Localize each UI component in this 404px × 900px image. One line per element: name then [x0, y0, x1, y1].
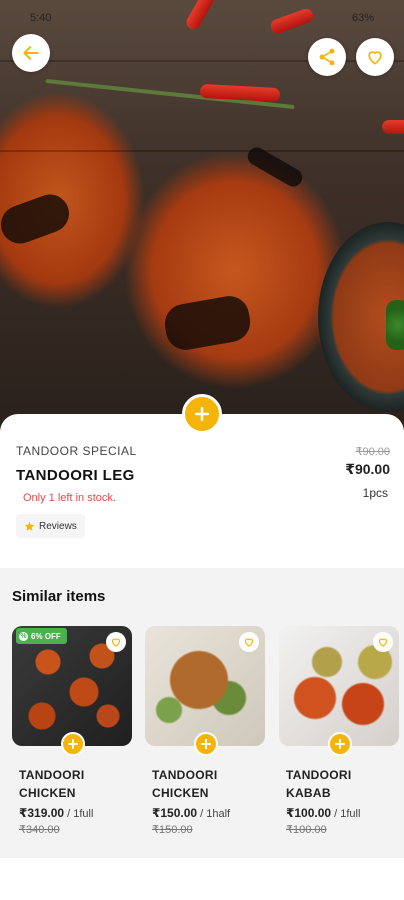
- add-button[interactable]: [194, 732, 218, 756]
- item-price: ₹150.00 / 1half: [152, 806, 230, 820]
- item-original-price: ₹340.00: [19, 824, 60, 836]
- share-button[interactable]: [308, 38, 346, 76]
- similar-item-card[interactable]: % 6% OFF TANDOORI CHICKEN ₹319.00 / 1full…: [12, 626, 132, 836]
- reviews-label: Reviews: [39, 520, 77, 532]
- badge-label: 6% OFF: [31, 631, 61, 641]
- arrow-left-icon: [23, 46, 39, 60]
- board-line: [0, 150, 404, 152]
- current-price: ₹90.00: [345, 461, 390, 477]
- item-price: ₹100.00 / 1full: [286, 806, 360, 820]
- price-value: ₹100.00: [286, 806, 332, 820]
- product-details: TANDOOR SPECIAL TANDOORI LEG Only 1 left…: [0, 414, 404, 568]
- item-image: [145, 626, 265, 746]
- item-image: [279, 626, 399, 746]
- price-unit: / 1full: [64, 808, 94, 820]
- item-name: TANDOORI CHICKEN: [19, 768, 85, 800]
- item-name: TANDOORI CHICKEN: [152, 768, 218, 800]
- product-name: TANDOORI LEG: [16, 467, 135, 484]
- price-unit: / 1full: [331, 808, 361, 820]
- plus-icon: [200, 738, 212, 750]
- share-icon: [319, 48, 335, 66]
- discount-badge: % 6% OFF: [16, 628, 67, 644]
- status-bar: 5:40 63%: [0, 0, 404, 34]
- plus-icon: [334, 738, 346, 750]
- status-time: 5:40: [30, 12, 52, 24]
- star-icon: [24, 521, 35, 531]
- stock-note: Only 1 left in stock.: [23, 492, 116, 504]
- plus-icon: [194, 406, 210, 422]
- reviews-button[interactable]: Reviews: [16, 514, 85, 538]
- back-button[interactable]: [12, 34, 50, 72]
- char-mark: [0, 189, 75, 249]
- favorite-button[interactable]: [239, 632, 259, 652]
- percent-icon: %: [19, 631, 28, 641]
- price-value: ₹150.00: [152, 806, 198, 820]
- favorite-button[interactable]: [373, 632, 393, 652]
- similar-item-card[interactable]: TANDOORI CHICKEN ₹150.00 / 1half ₹150.00: [145, 626, 265, 836]
- add-button[interactable]: [328, 732, 352, 756]
- add-to-cart-button[interactable]: [182, 394, 222, 434]
- heart-icon: [378, 638, 388, 647]
- original-price: ₹90.00: [355, 446, 390, 458]
- item-name: TANDOORI KABAB: [286, 768, 352, 800]
- herb-garnish: [386, 300, 404, 350]
- product-unit: 1pcs: [362, 486, 388, 500]
- favorite-button[interactable]: [106, 632, 126, 652]
- add-button[interactable]: [61, 732, 85, 756]
- item-original-price: ₹150.00: [152, 824, 193, 836]
- price-unit: / 1half: [197, 808, 231, 820]
- price-value: ₹319.00: [19, 806, 65, 820]
- section-title: Similar items: [12, 588, 106, 605]
- product-category: TANDOOR SPECIAL: [16, 444, 137, 458]
- plus-icon: [67, 738, 79, 750]
- favorite-button[interactable]: [356, 38, 394, 76]
- similar-items-section: Similar items % 6% OFF TANDOORI CHICKEN ₹…: [0, 568, 404, 858]
- chili-garnish: [382, 120, 404, 134]
- status-battery: 63%: [351, 12, 374, 24]
- char-mark: [161, 292, 254, 354]
- heart-icon: [368, 51, 382, 65]
- heart-icon: [111, 638, 121, 647]
- heart-icon: [244, 638, 254, 647]
- similar-item-card[interactable]: TANDOORI KABAB ₹100.00 / 1full ₹100.00: [279, 626, 399, 836]
- item-original-price: ₹100.00: [286, 824, 327, 836]
- item-image: % 6% OFF: [12, 626, 132, 746]
- bottom-spacer: [0, 858, 404, 900]
- hero-image: 5:40 63%: [0, 0, 404, 430]
- item-price: ₹319.00 / 1full: [19, 806, 93, 820]
